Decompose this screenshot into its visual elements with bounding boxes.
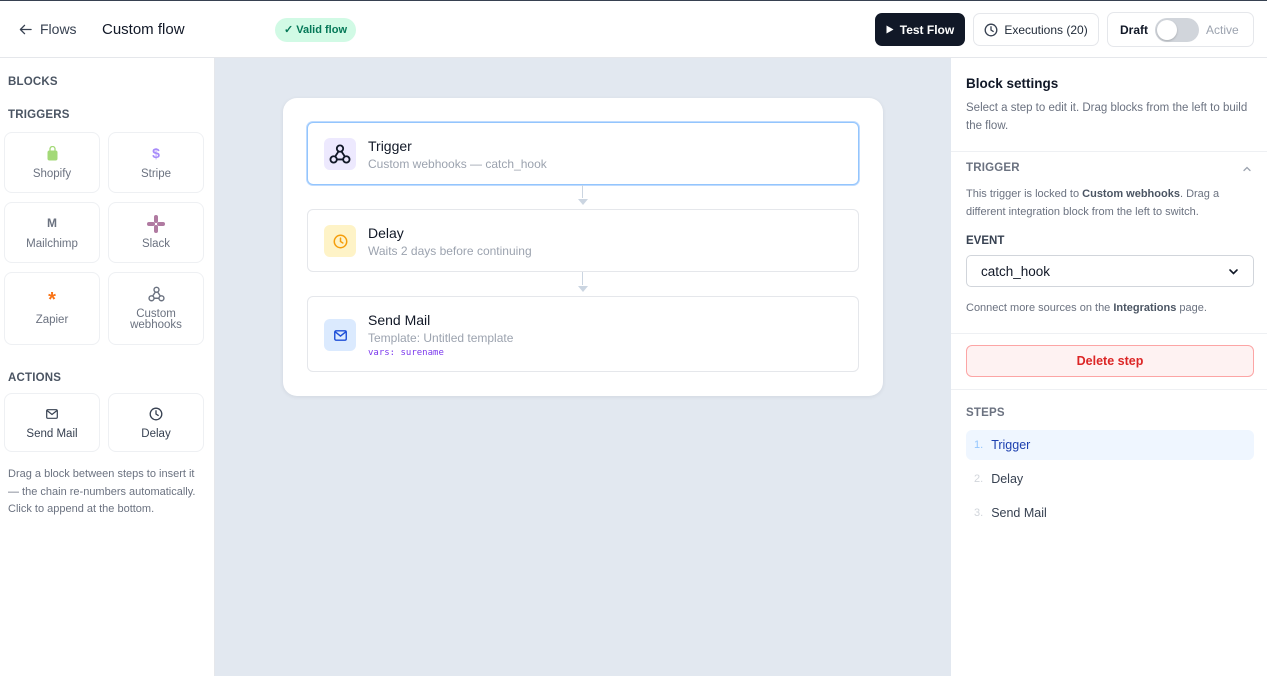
clock-icon [984, 23, 998, 36]
integrations-link[interactable]: Integrations [1113, 302, 1176, 314]
connector-line [582, 185, 583, 198]
step-send-mail[interactable]: Send Mail Template: Untitled template va… [307, 296, 859, 372]
flow-name[interactable]: Custom flow [102, 21, 185, 38]
valid-flow-badge: ✓ Valid flow [275, 18, 357, 42]
step-title: Trigger [368, 138, 412, 154]
draft-label: Draft [1120, 22, 1149, 37]
block-custom-webhooks[interactable]: Custom webhooks [108, 272, 204, 345]
step-delay[interactable]: Delay Waits 2 days before continuing [307, 209, 859, 272]
block-label: Stripe [140, 167, 172, 180]
block-label: Custom webhooks [130, 308, 182, 331]
step-title: Send Mail [368, 312, 431, 328]
clock-icon [149, 407, 163, 420]
block-label: Zapier [35, 313, 69, 326]
triggers-heading: TRIGGERS [8, 109, 70, 121]
step-vars: vars: surename [368, 348, 444, 358]
panel-title: Block settings [966, 76, 1059, 91]
shopify-icon [47, 146, 57, 161]
flow-card: Trigger Custom webhooks — catch_hook Del… [283, 98, 883, 396]
step-trigger[interactable]: Trigger Custom webhooks — catch_hook [307, 122, 859, 185]
steps-heading: STEPS [966, 407, 1005, 419]
block-slack[interactable]: Slack [108, 202, 204, 263]
step-title: Delay [368, 225, 404, 241]
divider [951, 333, 1267, 334]
block-label: Slack [141, 237, 171, 250]
sidebar-hint: Drag a block between steps to insert it … [8, 468, 196, 515]
chevron-down-icon [1229, 268, 1238, 275]
steps-list-item[interactable]: 3. Send Mail [966, 498, 1254, 528]
divider [951, 151, 1267, 152]
step-icon-box [324, 138, 356, 170]
back-label: Flows [40, 21, 77, 37]
actions-heading: ACTIONS [8, 372, 62, 384]
blocks-heading: BLOCKS [8, 76, 58, 88]
executions-button[interactable]: Executions (20) [973, 13, 1099, 46]
block-label: Mailchimp [26, 237, 78, 250]
block-delay[interactable]: Delay [108, 393, 204, 452]
toggle-knob [1157, 19, 1178, 40]
mail-icon [333, 329, 347, 341]
step-icon-box [324, 225, 356, 257]
mailchimp-icon: M [47, 216, 57, 230]
block-label: Delay [141, 427, 171, 440]
back-to-flows-link[interactable]: Flows [19, 21, 77, 37]
step-subtitle: Custom webhooks — catch_hook [368, 157, 547, 171]
connector-line [582, 272, 583, 285]
webhook-icon [329, 144, 351, 164]
blocks-sidebar: BLOCKS TRIGGERS Shopify $ Stripe M Mailc… [0, 58, 215, 676]
panel-subtitle: Select a step to edit it. Drag blocks fr… [966, 102, 1248, 132]
divider [951, 389, 1267, 390]
test-flow-button[interactable]: Test Flow [875, 13, 965, 46]
block-zapier[interactable]: * Zapier [4, 272, 100, 345]
step-subtitle: Template: Untitled template [368, 331, 514, 345]
webhook-icon [147, 286, 165, 302]
block-send-mail[interactable]: Send Mail [4, 393, 100, 452]
chevron-up-icon[interactable] [1242, 164, 1252, 174]
block-mailchimp[interactable]: M Mailchimp [4, 202, 100, 263]
test-flow-label: Test Flow [899, 22, 955, 37]
stripe-icon: $ [152, 145, 160, 161]
block-label: Shopify [32, 167, 72, 180]
trigger-section-heading: TRIGGER [966, 162, 1020, 174]
step-subtitle: Waits 2 days before continuing [368, 244, 532, 258]
executions-label: Executions (20) [1004, 22, 1088, 37]
block-settings-panel: Block settings Select a step to edit it.… [951, 58, 1267, 676]
trigger-locked-note: This trigger is locked to Custom webhook… [966, 188, 1220, 218]
event-label: EVENT [966, 235, 1005, 247]
steps-list-item[interactable]: 1. Trigger [966, 430, 1254, 460]
event-select[interactable]: catch_hook [966, 255, 1254, 287]
event-select-value: catch_hook [981, 263, 1051, 279]
active-label: Active [1206, 22, 1239, 37]
zapier-icon: * [48, 288, 56, 311]
block-stripe[interactable]: $ Stripe [108, 132, 204, 193]
steps-list-item[interactable]: 2. Delay [966, 464, 1254, 494]
integrations-note: Connect more sources on the Integrations… [966, 302, 1207, 314]
slack-icon [147, 214, 165, 233]
delete-step-button[interactable]: Delete step [966, 345, 1254, 377]
flow-canvas[interactable]: Trigger Custom webhooks — catch_hook Del… [215, 58, 951, 676]
arrow-left-icon [19, 24, 32, 34]
connector-arrow-icon [578, 286, 588, 292]
mail-icon [46, 408, 58, 419]
clock-icon [333, 234, 347, 248]
block-label: Send Mail [26, 427, 78, 440]
connector-arrow-icon [578, 199, 588, 205]
active-toggle[interactable] [1155, 17, 1200, 42]
top-bar: Flows Custom flow ✓ Valid flow Test Flow… [0, 1, 1267, 58]
step-icon-box [324, 319, 356, 351]
block-shopify[interactable]: Shopify [4, 132, 100, 193]
draft-active-toggle-group: Draft Active [1107, 12, 1254, 47]
play-icon [886, 25, 894, 34]
